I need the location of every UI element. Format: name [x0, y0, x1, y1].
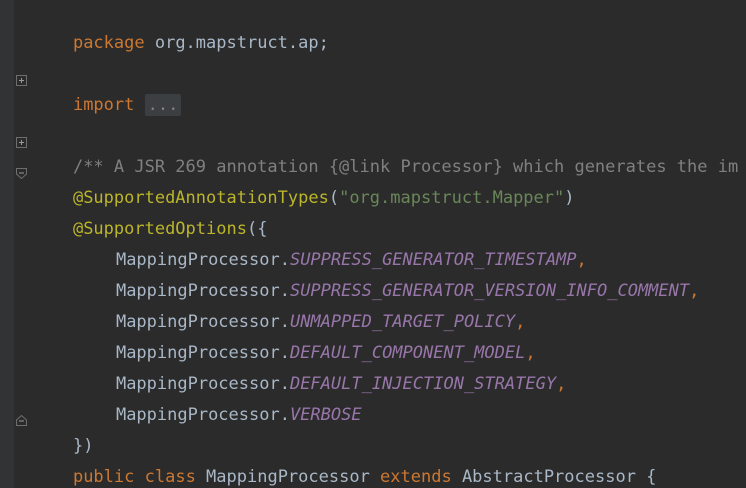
class-ref-token: MappingProcessor.: [115, 405, 290, 425]
code-line-option: MappingProcessor.UNMAPPED_TARGET_POLICY,: [115, 312, 526, 332]
fold-end-icon[interactable]: [16, 415, 27, 426]
keyword-token: public: [72, 467, 135, 487]
code-line-option: MappingProcessor.DEFAULT_INJECTION_STRAT…: [115, 374, 567, 394]
code-editor[interactable]: package org.mapstruct.ap; import ... /**…: [0, 0, 746, 488]
code-line-import: import ...: [32, 69, 182, 116]
folded-imports-chip[interactable]: ...: [144, 94, 182, 116]
package-name-token: org.mapstruct.ap;: [144, 33, 329, 53]
superclass-token: AbstractProcessor {: [451, 467, 657, 487]
code-line-package: package org.mapstruct.ap;: [32, 7, 329, 53]
code-line-doc-comment: /** A JSR 269 annotation {@link Processo…: [32, 131, 738, 177]
constant-token: VERBOSE: [289, 405, 362, 425]
code-line-option: MappingProcessor.VERBOSE: [32, 379, 362, 425]
string-literal-token: "org.mapstruct.Mapper": [339, 188, 565, 208]
class-name-token: MappingProcessor: [195, 467, 381, 487]
fold-expand-icon[interactable]: [16, 137, 27, 148]
code-line-option: MappingProcessor.SUPPRESS_GENERATOR_VERS…: [115, 281, 700, 301]
fold-collapse-icon[interactable]: [16, 168, 27, 179]
code-line-option: MappingProcessor.DEFAULT_COMPONENT_MODEL…: [115, 343, 536, 363]
keyword-token: class: [144, 467, 196, 487]
code-line-supported-options: @SupportedOptions({: [72, 219, 268, 239]
keyword-token: package: [72, 33, 145, 53]
code-line-closing: }): [72, 436, 94, 456]
fold-expand-icon[interactable]: [16, 75, 27, 86]
code-line-class-declaration: public class MappingProcessor extends Ab…: [32, 441, 656, 487]
code-line-annotation-types: @SupportedAnnotationTypes("org.mapstruct…: [72, 188, 575, 208]
keyword-token: extends: [380, 467, 452, 487]
editor-gutter: [0, 0, 14, 488]
keyword-token: import: [72, 95, 135, 115]
code-line-option: MappingProcessor.SUPPRESS_GENERATOR_TIME…: [115, 250, 587, 270]
